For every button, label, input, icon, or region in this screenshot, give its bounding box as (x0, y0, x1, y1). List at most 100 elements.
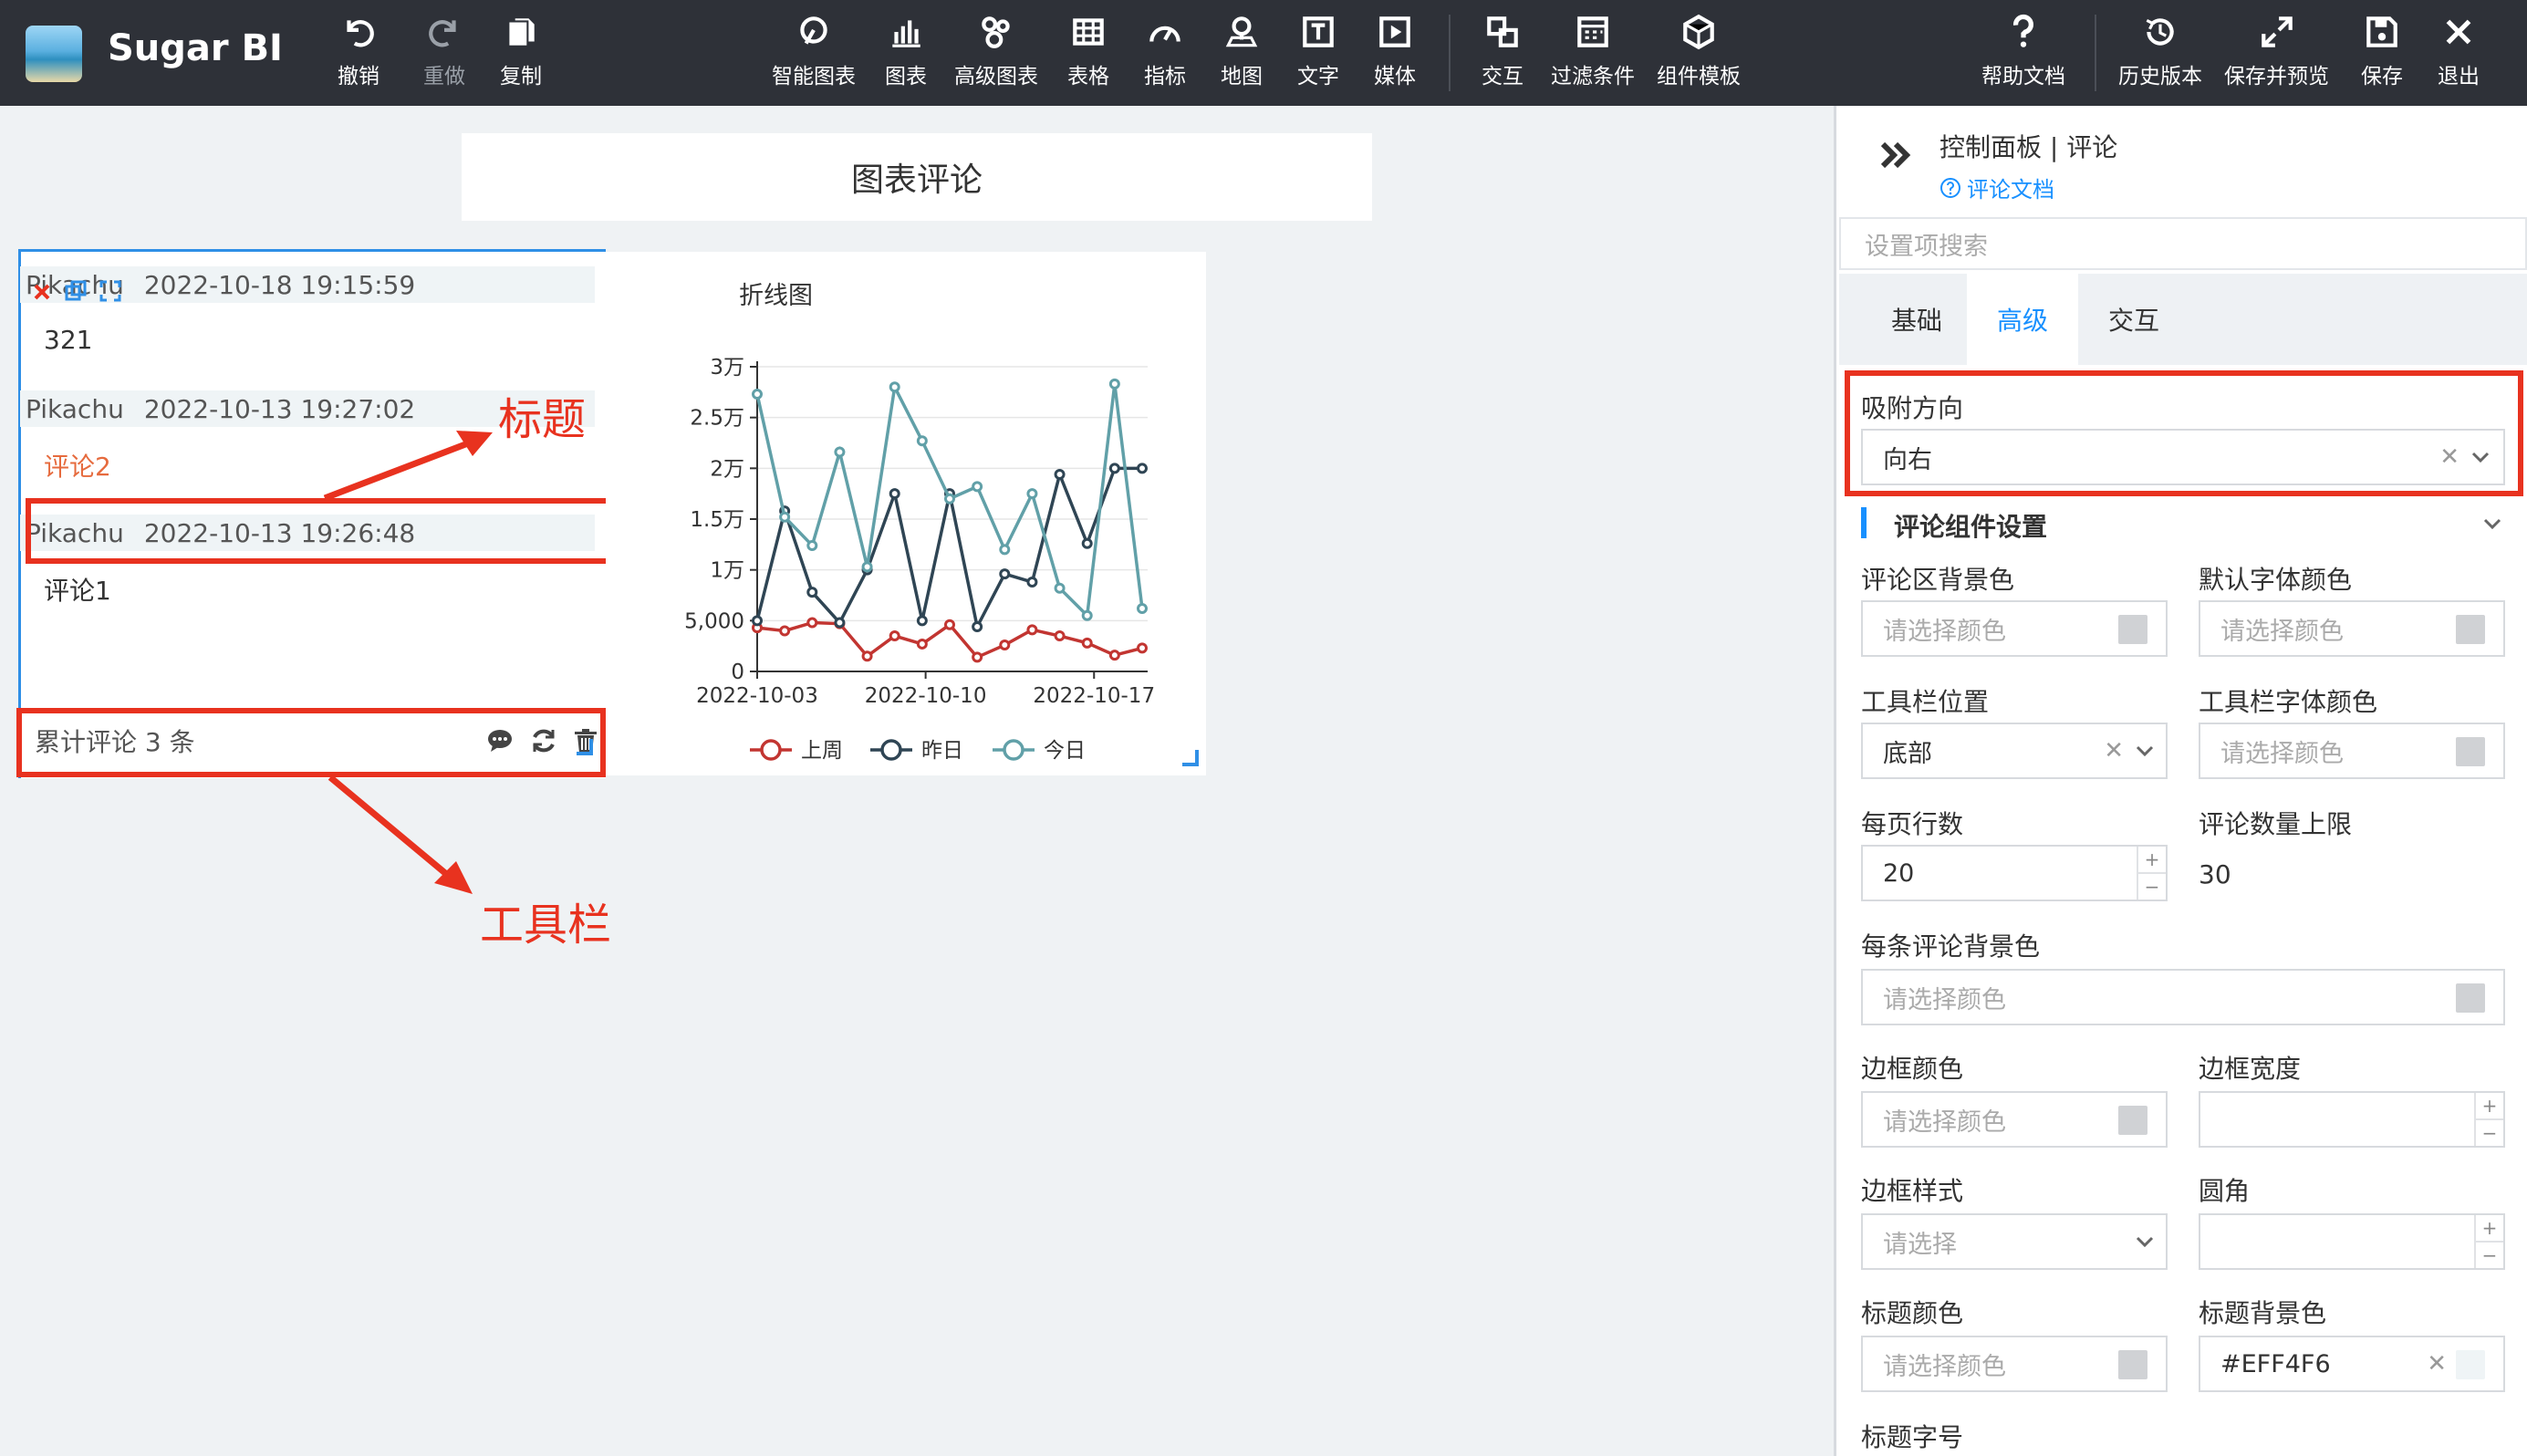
template-button[interactable]: 组件模板 (1657, 13, 1741, 95)
close-icon (2446, 19, 2471, 45)
panel-title: 控制面板 | 评论 (1939, 132, 2118, 162)
toolbar-font-color-picker[interactable]: 请选择颜色 (2199, 723, 2505, 779)
color-swatch (2456, 737, 2485, 766)
decrement-icon[interactable]: − (2476, 1241, 2503, 1268)
template-label: 组件模板 (1657, 65, 1741, 88)
title-bg-color-picker[interactable]: #EFF4F6 ✕ (2199, 1336, 2505, 1392)
data-point (972, 621, 983, 633)
border-color-picker[interactable]: 请选择颜色 (1861, 1091, 2168, 1148)
filter-button[interactable]: 过滤条件 (1551, 13, 1635, 95)
data-point (1054, 582, 1066, 594)
comment-doc-label: 评论文档 (1967, 177, 2054, 203)
table-label: 表格 (1067, 65, 1109, 88)
media-button[interactable]: 媒体 (1374, 13, 1416, 95)
toolbar-position-value: 底部 (1883, 739, 1932, 768)
increment-icon[interactable]: + (2138, 847, 2166, 872)
media-label: 媒体 (1374, 65, 1416, 88)
rows-per-page-input[interactable]: 20 + − (1861, 845, 2168, 901)
save-preview-button[interactable]: 保存并预览 (2224, 13, 2329, 95)
history-button[interactable]: 历史版本 (2118, 13, 2202, 95)
filter-icon (1577, 16, 1608, 47)
chevron-down-icon (2136, 1236, 2154, 1248)
tab-interaction[interactable]: 交互 (2078, 274, 2189, 365)
chevron-down-icon[interactable] (2481, 513, 2503, 535)
data-point (1026, 624, 1038, 636)
increment-icon[interactable]: + (2476, 1093, 2503, 1118)
indicator-button[interactable]: 指标 (1144, 13, 1186, 95)
history-icon (2146, 18, 2174, 46)
legend-marker (760, 739, 782, 761)
tab-advanced-label: 高级 (1996, 306, 2048, 336)
settings-search-input[interactable]: 设置项搜索 (1839, 217, 2527, 270)
data-point (999, 544, 1011, 556)
save-preview-label: 保存并预览 (2224, 65, 2329, 88)
chart-resize-handle-icon[interactable] (1179, 746, 1201, 768)
data-point (1026, 488, 1038, 500)
decrement-icon[interactable]: − (2138, 872, 2166, 900)
interaction-button[interactable]: 交互 (1482, 13, 1523, 95)
data-point (1054, 630, 1066, 642)
data-point (1137, 602, 1148, 614)
data-point (806, 539, 818, 551)
number-stepper[interactable]: + − (2474, 1215, 2503, 1268)
color-swatch (2456, 1350, 2485, 1379)
x-tick-label: 2022-10-03 (696, 684, 818, 708)
data-point (916, 638, 928, 650)
toolbar-position-select[interactable]: 底部 ✕ (1861, 723, 2168, 779)
filter-label: 过滤条件 (1551, 65, 1635, 88)
expand-icon (2261, 16, 2293, 47)
comment-bg-color-picker[interactable]: 请选择颜色 (1861, 600, 2168, 657)
number-stepper[interactable]: + − (2474, 1093, 2503, 1146)
interaction-label: 交互 (1482, 65, 1523, 88)
y-tick-label: 2.5万 (690, 407, 744, 431)
number-stepper[interactable]: + − (2137, 847, 2166, 900)
history-label: 历史版本 (2118, 65, 2202, 88)
title-font-size-label: 标题字号 (1861, 1422, 1964, 1452)
color-swatch (2456, 615, 2485, 644)
radius-input[interactable]: + − (2199, 1213, 2505, 1270)
tab-advanced[interactable]: 高级 (1967, 274, 2078, 365)
save-button[interactable]: 保存 (2361, 13, 2403, 95)
default-font-color-label: 默认字体颜色 (2199, 565, 2353, 595)
data-point (1054, 469, 1066, 481)
data-point (889, 488, 900, 500)
comment-doc-link[interactable]: 评论文档 (1939, 172, 2054, 203)
collapse-panel-icon[interactable] (1877, 137, 1914, 173)
line-chart: 0 5,000 1万 1.5万 2万 2.5万 3万 2022-10-03 2022-10-10… (684, 356, 1155, 763)
clear-icon[interactable]: ✕ (2104, 737, 2124, 764)
data-point (1137, 463, 1148, 474)
data-point (916, 615, 928, 627)
title-color-picker[interactable]: 请选择颜色 (1861, 1336, 2168, 1392)
tab-basic[interactable]: 基础 (1861, 274, 1972, 365)
comment-bg-label: 评论区背景色 (1861, 565, 2015, 595)
increment-icon[interactable]: + (2476, 1215, 2503, 1241)
gauge-icon (1149, 26, 1180, 42)
map-label: 地图 (1221, 65, 1263, 88)
data-point (1081, 637, 1093, 649)
x-tick-label: 2022-10-17 (1033, 684, 1155, 708)
chart-button[interactable]: 图表 (885, 13, 927, 95)
data-point (834, 617, 846, 629)
border-width-input[interactable]: + − (2199, 1091, 2505, 1148)
clear-icon[interactable]: ✕ (2427, 1350, 2447, 1378)
color-placeholder: 请选择颜色 (2220, 617, 2344, 646)
rows-per-page-value: 20 (1883, 858, 1915, 888)
item-bg-color-picker[interactable]: 请选择颜色 (1861, 969, 2505, 1025)
color-placeholder: 请选择颜色 (2220, 739, 2344, 768)
decrement-icon[interactable]: − (2476, 1118, 2503, 1146)
border-style-placeholder: 请选择 (1883, 1230, 1957, 1259)
text-button[interactable]: 文字 (1297, 13, 1339, 95)
exit-button[interactable]: 退出 (2438, 13, 2480, 95)
advanced-chart-button[interactable]: 高级图表 (954, 13, 1038, 95)
map-button[interactable]: 地图 (1221, 13, 1263, 95)
bar-chart-icon (892, 20, 920, 47)
indicator-label: 指标 (1144, 65, 1186, 88)
data-point (834, 446, 846, 458)
border-style-select[interactable]: 请选择 (1861, 1213, 2168, 1270)
template-cube-icon (1683, 14, 1714, 50)
data-point (752, 615, 763, 627)
default-font-color-picker[interactable]: 请选择颜色 (2199, 600, 2505, 657)
smart-chart-button[interactable]: 智能图表 (772, 13, 856, 95)
help-button[interactable]: 帮助文档 (1981, 13, 2065, 95)
table-button[interactable]: 表格 (1067, 13, 1109, 95)
